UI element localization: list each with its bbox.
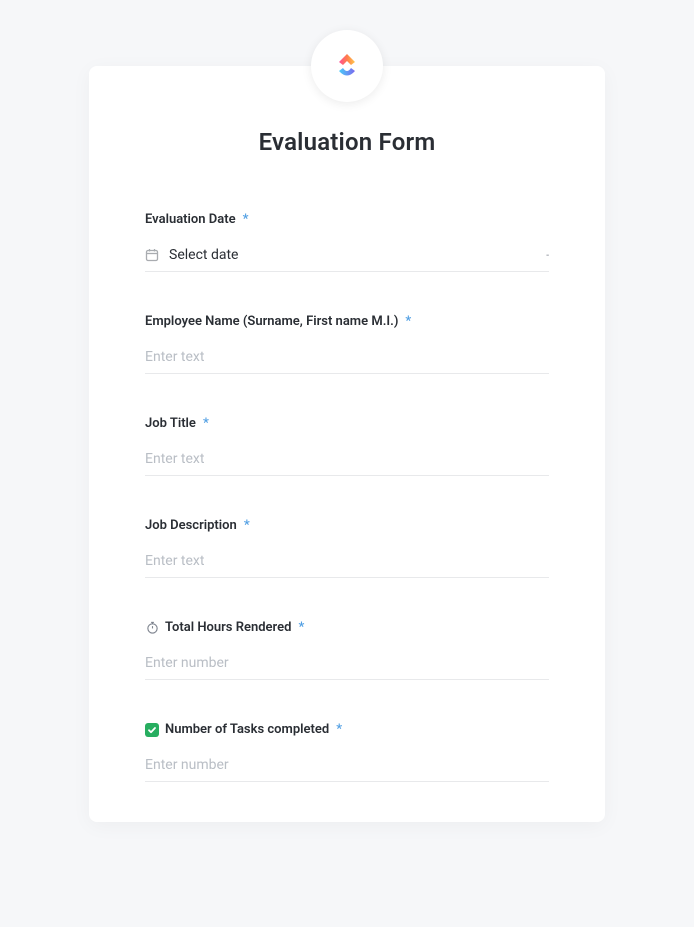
caret-icon: - bbox=[546, 250, 549, 261]
label-text: Evaluation Date bbox=[145, 212, 236, 227]
logo-container bbox=[311, 30, 383, 102]
stopwatch-icon bbox=[145, 621, 159, 635]
field-evaluation-date: Evaluation Date * Select date - bbox=[145, 212, 549, 272]
label-employee-name: Employee Name (Surname, First name M.I.)… bbox=[145, 314, 549, 329]
required-mark: * bbox=[244, 518, 250, 533]
label-job-description: Job Description * bbox=[145, 518, 549, 533]
input-total-hours[interactable] bbox=[145, 647, 549, 680]
required-mark: * bbox=[336, 722, 342, 737]
input-tasks-completed[interactable] bbox=[145, 749, 549, 782]
label-text: Job Title bbox=[145, 416, 196, 431]
input-job-title[interactable] bbox=[145, 443, 549, 476]
label-tasks-completed: Number of Tasks completed * bbox=[145, 722, 549, 737]
label-text: Number of Tasks completed bbox=[165, 722, 329, 737]
field-job-title: Job Title * bbox=[145, 416, 549, 476]
label-total-hours: Total Hours Rendered * bbox=[145, 620, 549, 635]
field-tasks-completed: Number of Tasks completed * bbox=[145, 722, 549, 782]
field-employee-name: Employee Name (Surname, First name M.I.)… bbox=[145, 314, 549, 374]
field-total-hours: Total Hours Rendered * bbox=[145, 620, 549, 680]
required-mark: * bbox=[405, 314, 411, 329]
required-mark: * bbox=[203, 416, 209, 431]
label-text: Total Hours Rendered bbox=[165, 620, 291, 635]
checkbox-icon bbox=[145, 723, 159, 737]
label-text: Employee Name (Surname, First name M.I.) bbox=[145, 314, 398, 329]
input-job-description[interactable] bbox=[145, 545, 549, 578]
clickup-logo-icon bbox=[329, 48, 365, 84]
form-card: Evaluation Form Evaluation Date* Select … bbox=[89, 66, 605, 822]
field-job-description: Job Description * bbox=[145, 518, 549, 578]
label-text: Job Description bbox=[145, 518, 237, 533]
calendar-icon bbox=[145, 248, 159, 262]
label-evaluation-date: Evaluation Date * bbox=[145, 212, 549, 227]
input-employee-name[interactable] bbox=[145, 341, 549, 374]
label-job-title: Job Title * bbox=[145, 416, 549, 431]
required-mark: * bbox=[243, 212, 249, 227]
date-picker[interactable]: Select date - bbox=[145, 239, 549, 272]
date-picker-placeholder: Select date bbox=[169, 247, 536, 263]
required-mark: * bbox=[298, 620, 304, 635]
